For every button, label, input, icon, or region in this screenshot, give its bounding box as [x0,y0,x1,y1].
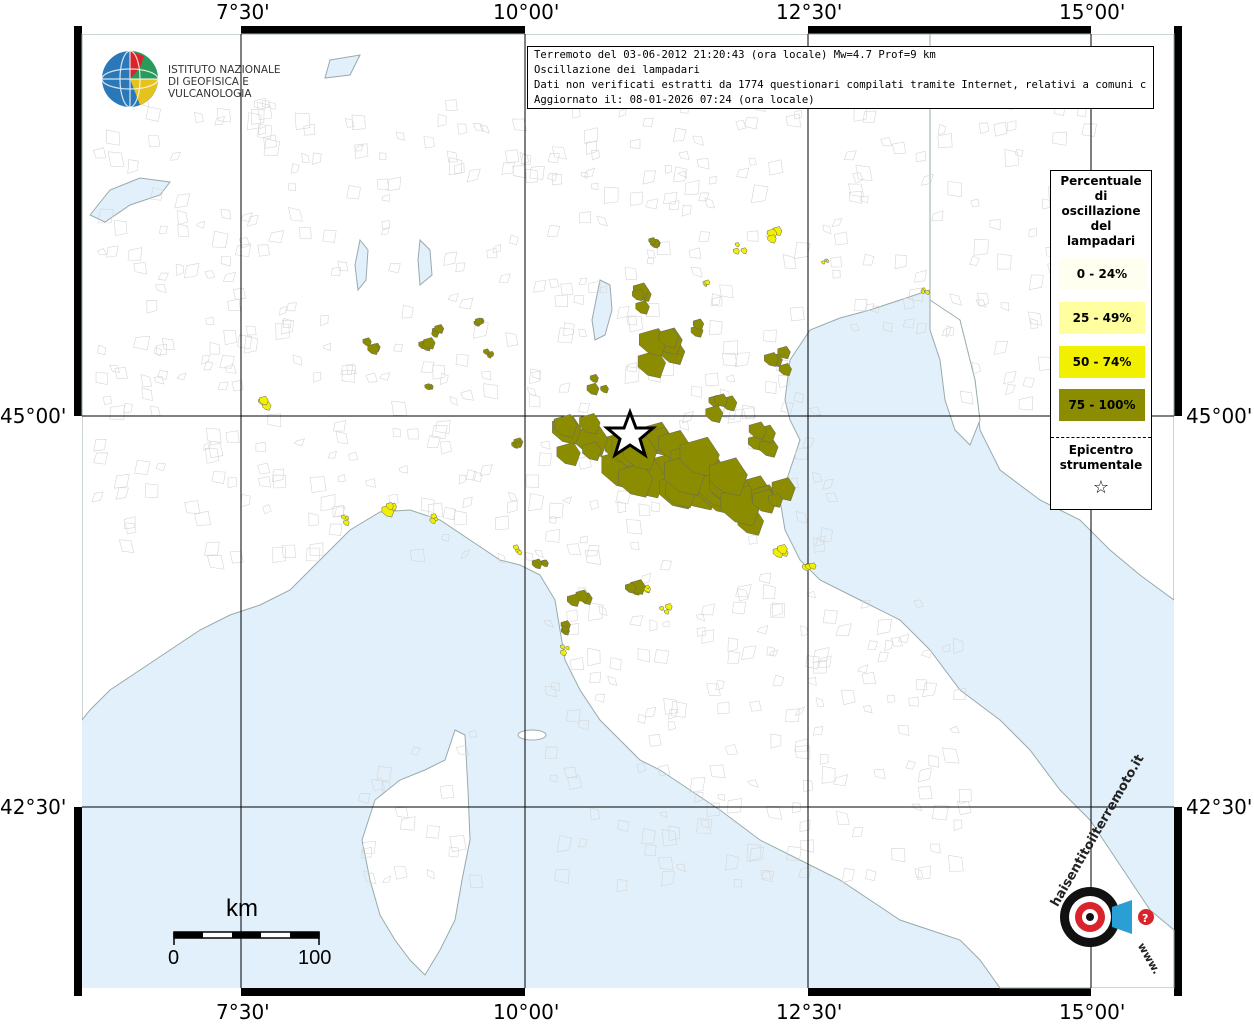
star-icon: ☆ [1092,477,1110,498]
tick-top-1: 7°30' [216,0,270,24]
legend-title-line: del [1090,219,1112,233]
legend-title-line: Percentuale [1060,174,1142,188]
svg-text:?: ? [1142,912,1148,925]
institute-name-line2: DI GEOFISICA E VULCANOLOGIA [168,76,252,100]
scale-unit: km [226,895,258,922]
tick-left-1: 45°00' [0,404,67,428]
tick-right-2: 42°30' [1186,795,1253,819]
globe-icon [101,50,159,108]
legend-item-75-100: 75 - 100% [1059,389,1145,421]
legend-epicenter-label: Epicentro strumentale [1051,443,1151,473]
tick-top-2: 10°00' [493,0,560,24]
event-info-box: Terremoto del 03-06-2012 21:20:43 (ora l… [527,46,1154,109]
hai-sentito-logo: ? haisentitoilterremoto.it www. [1040,752,1165,982]
tick-left-2: 42°30' [0,795,67,819]
scale-end: 100 [298,947,332,969]
updated-timestamp: Aggiornato il: 08-01-2026 07:24 (ora loc… [534,94,815,106]
legend-label: 25 - 49% [1072,311,1132,325]
tick-bottom-4: 15°00' [1059,1000,1126,1024]
legend-item-25-49: 25 - 49% [1059,302,1145,334]
scale-start: 0 [168,947,180,969]
scale-bar: km 0 100 [168,895,338,975]
tick-top-3: 12°30' [776,0,843,24]
data-note: Dati non verificati estratti da 1774 que… [534,79,1147,91]
map-subject: Oscillazione dei lampadari [534,64,700,76]
elba-island [517,729,547,741]
event-title: Terremoto del 03-06-2012 21:20:43 (ora l… [534,49,936,61]
legend-title-line: lampadari [1066,234,1136,248]
legend: Percentuale di oscillazione del lampadar… [1050,170,1152,510]
tick-bottom-1: 7°30' [216,1000,270,1024]
tick-bottom-3: 12°30' [776,1000,843,1024]
legend-label: 75 - 100% [1068,398,1136,412]
legend-item-0-24: 0 - 24% [1059,258,1145,290]
institute-name-line1: ISTITUTO NAZIONALE [168,64,281,76]
legend-separator [1051,437,1151,438]
tick-bottom-2: 10°00' [493,1000,560,1024]
tick-right-1: 45°00' [1186,404,1253,428]
legend-label: 50 - 74% [1072,355,1132,369]
tick-top-4: 15°00' [1059,0,1126,24]
legend-title: Percentuale di oscillazione del lampadar… [1051,174,1151,249]
legend-title-line: di [1094,189,1108,203]
legend-epicenter-line: strumentale [1059,458,1143,472]
legend-title-line: oscillazione [1061,204,1141,218]
legend-epicenter-line: Epicentro [1068,443,1134,457]
legend-item-50-74: 50 - 74% [1059,346,1145,378]
legend-label: 0 - 24% [1076,267,1128,281]
ingv-logo: ISTITUTO NAZIONALE DI GEOFISICA E VULCAN… [100,48,320,110]
